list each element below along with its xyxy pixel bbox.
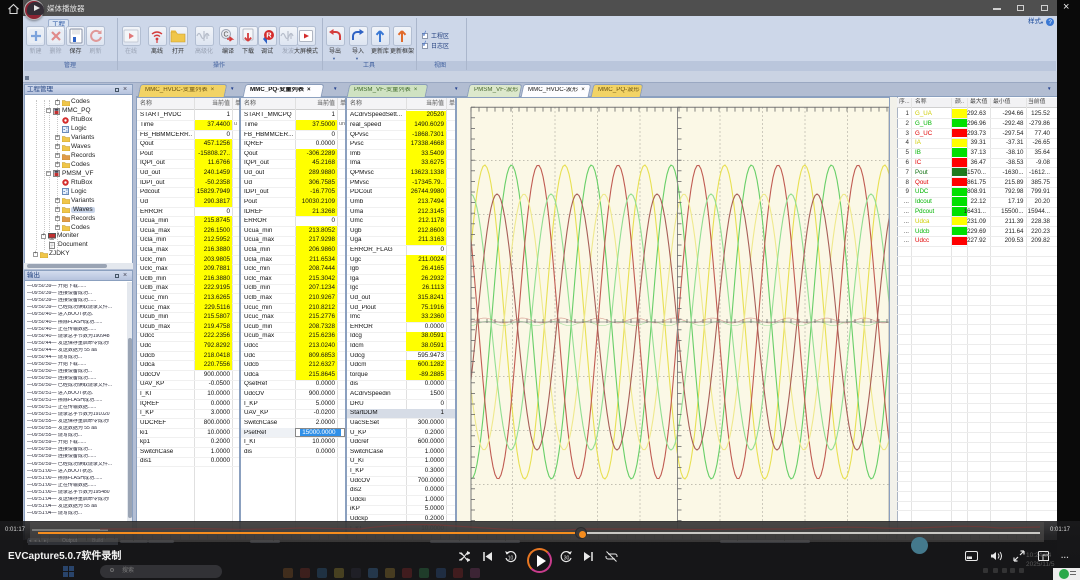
svg-text:R: R (266, 31, 272, 40)
svg-text:C: C (223, 32, 228, 39)
svg-text:10: 10 (508, 556, 514, 562)
svg-text:30: 30 (564, 556, 570, 562)
